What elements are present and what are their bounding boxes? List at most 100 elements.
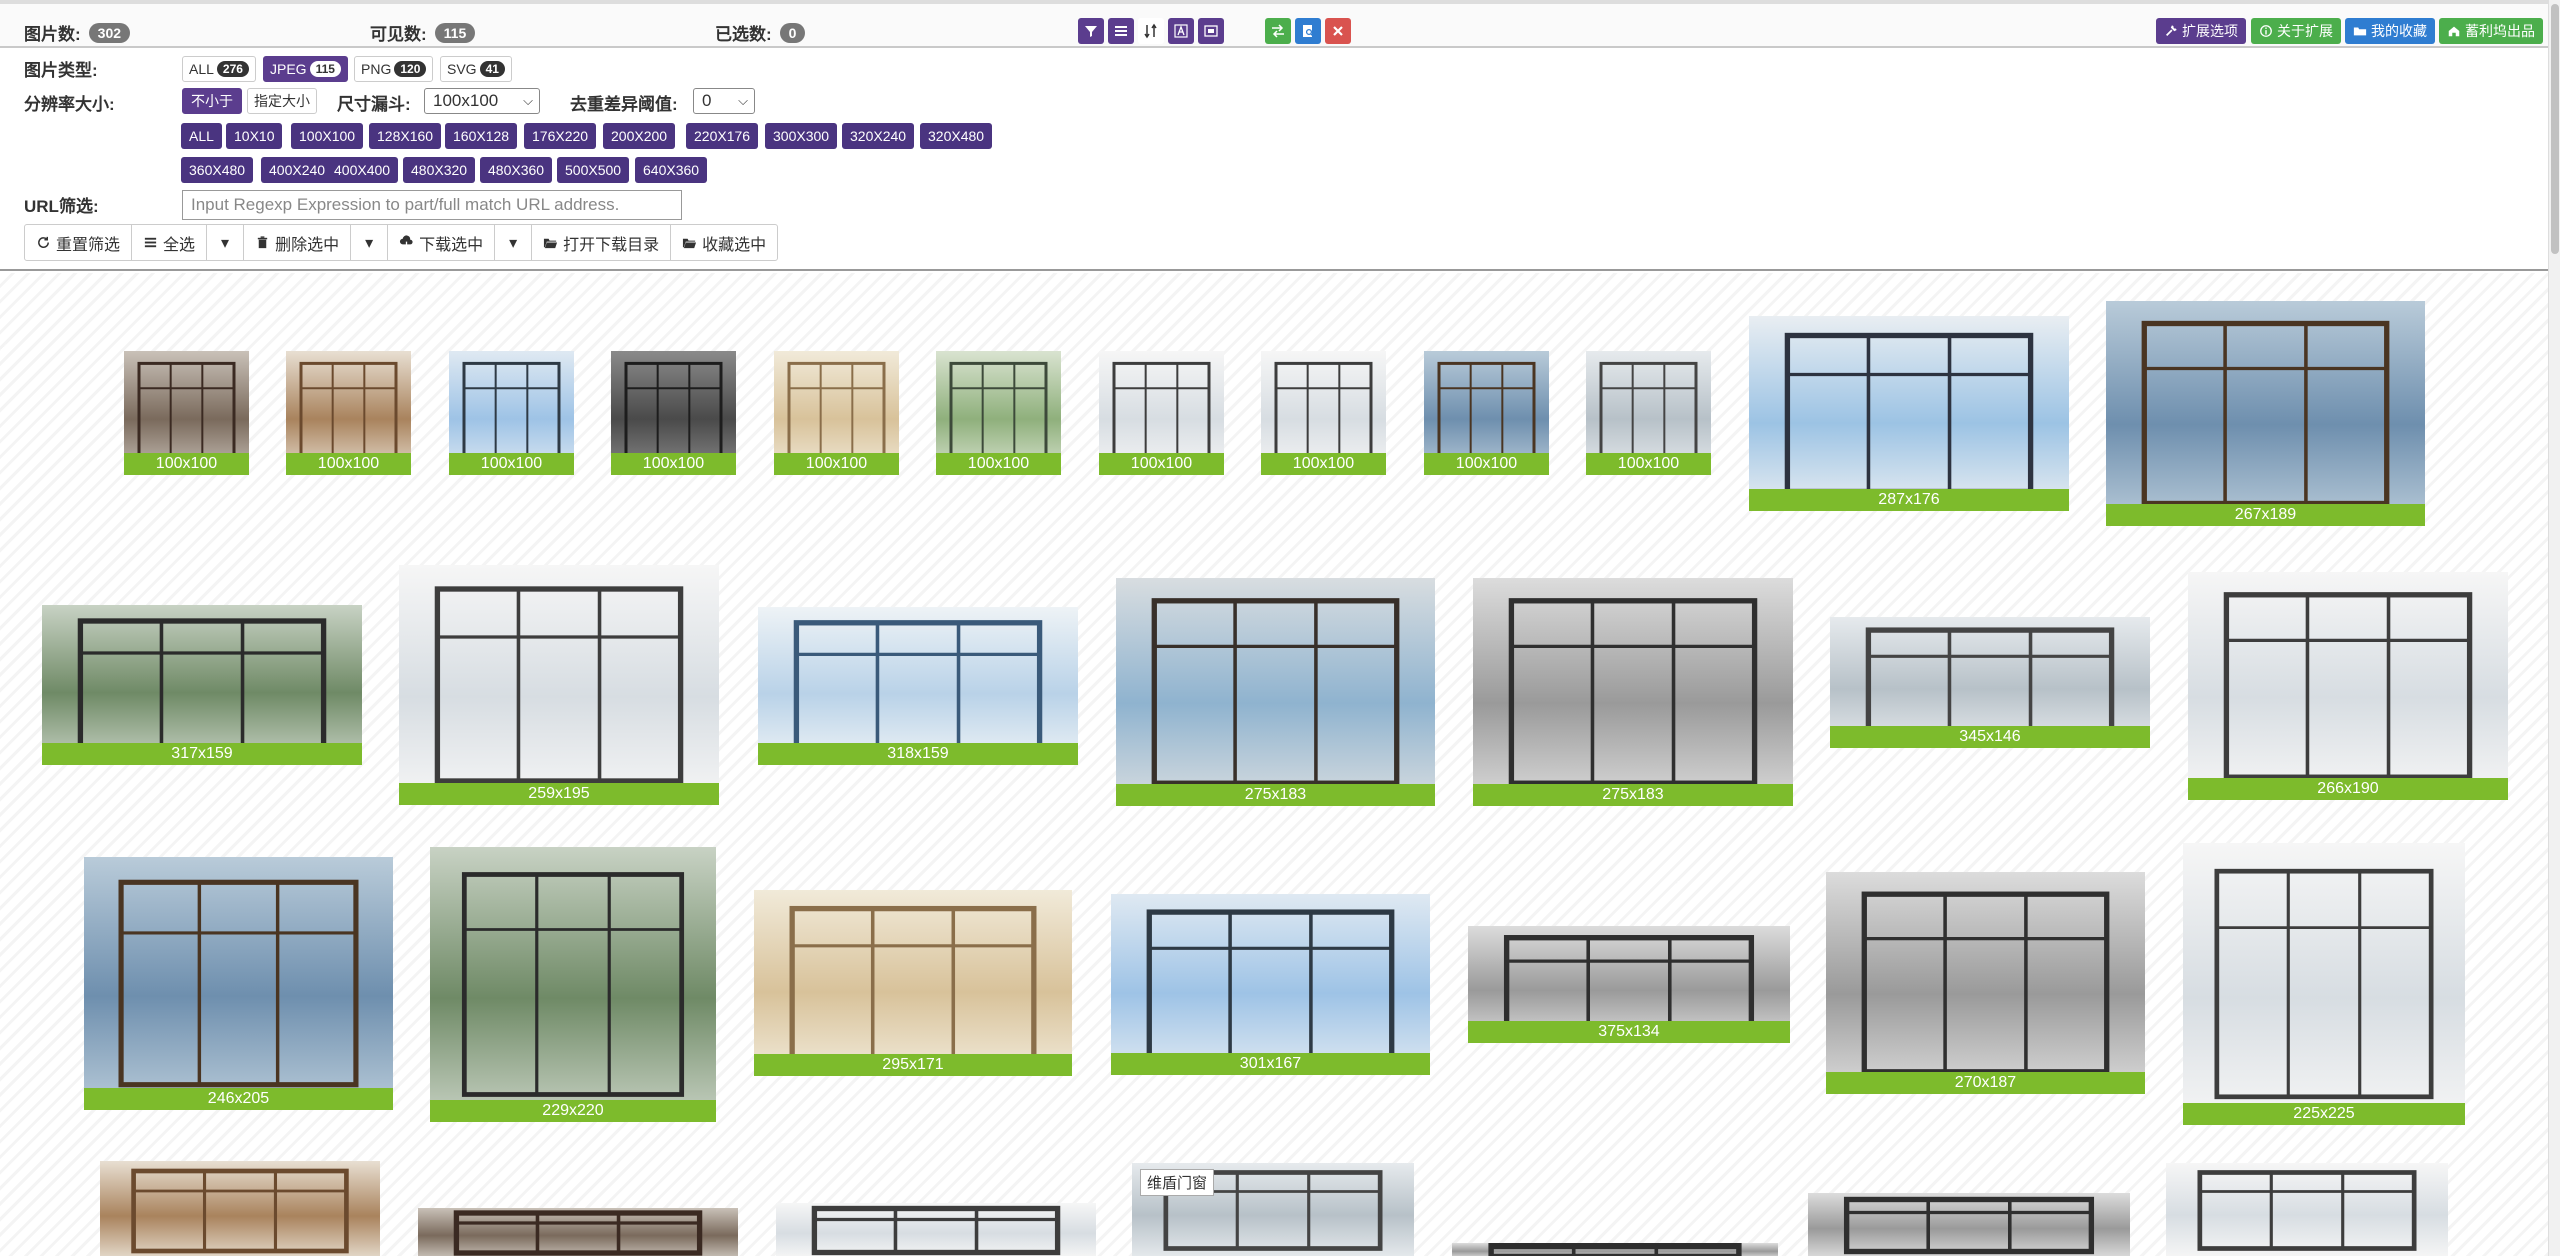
window-frame-graphic xyxy=(2141,320,2390,507)
page-scrollbar[interactable] xyxy=(2548,0,2560,1256)
resolution-tag[interactable]: 128X160 xyxy=(369,123,442,149)
list-view-button[interactable] xyxy=(1108,18,1134,44)
resolution-tag[interactable]: 220X176 xyxy=(686,123,759,149)
gallery-image[interactable]: 259x195 xyxy=(399,565,719,805)
clear-button[interactable] xyxy=(1325,18,1351,44)
resolution-tag[interactable]: 360X480 xyxy=(181,157,254,183)
gallery-image[interactable]: 266x190 xyxy=(2188,572,2508,800)
gallery-image[interactable]: 100x100 xyxy=(1261,351,1386,475)
resolution-tag[interactable]: 10X10 xyxy=(226,123,283,149)
window-frame-graphic xyxy=(434,586,684,784)
gallery-image[interactable] xyxy=(100,1161,380,1256)
about-button[interactable]: 关于扩展 xyxy=(2251,18,2341,44)
gallery-image[interactable]: 100x100 xyxy=(286,351,411,475)
gallery-image[interactable]: 100x100 xyxy=(936,351,1061,475)
gallery-image[interactable]: 275x183 xyxy=(1116,578,1435,806)
image-size-label: 267x189 xyxy=(2106,504,2425,526)
select-dropdown-toggle[interactable]: ▾ xyxy=(207,225,245,260)
selected-badge: 0 xyxy=(779,22,806,43)
gallery-image[interactable] xyxy=(1452,1243,1778,1256)
cloud-download-icon xyxy=(400,235,413,250)
gallery-image[interactable]: 270x187 xyxy=(1826,872,2145,1094)
resolution-tag[interactable]: 320X480 xyxy=(920,123,993,149)
type-tag-all[interactable]: ALL 276 xyxy=(182,56,256,82)
delete-dropdown-toggle[interactable]: ▾ xyxy=(351,225,389,260)
gallery-image[interactable]: 375x134 xyxy=(1468,926,1790,1043)
swap-button[interactable] xyxy=(1265,18,1291,44)
gallery-image[interactable]: 318x159 xyxy=(758,607,1078,765)
total-label: 图片数: xyxy=(24,25,81,44)
resolution-tag[interactable]: 480X360 xyxy=(480,157,553,183)
type-tag-svg[interactable]: SVG 41 xyxy=(440,56,512,82)
type-tag-label: SVG xyxy=(447,61,477,77)
gallery-image[interactable]: 301x167 xyxy=(1111,894,1430,1075)
window-frame-graphic xyxy=(1508,598,1758,786)
resolution-tag[interactable]: 480X320 xyxy=(403,157,476,183)
resolution-tag[interactable]: 176X220 xyxy=(524,123,597,149)
download-selected-button[interactable]: 下载选中 xyxy=(388,225,496,260)
resolution-tag[interactable]: 100X100 xyxy=(291,123,364,149)
resolution-tag[interactable]: ALL xyxy=(181,123,222,149)
favorite-selected-button[interactable]: 收藏选中 xyxy=(671,225,777,260)
dedup-value: 0 xyxy=(702,91,712,110)
resolution-tag[interactable]: 640X360 xyxy=(635,157,708,183)
image-thumbnail xyxy=(1473,578,1793,806)
favorites-button[interactable]: 我的收藏 xyxy=(2345,18,2435,44)
gallery-image[interactable]: 100x100 xyxy=(1586,351,1711,475)
gallery-image[interactable]: 维盾门窗 xyxy=(1132,1163,1414,1256)
gallery-image[interactable]: 275x183 xyxy=(1473,578,1793,806)
font-button[interactable] xyxy=(1168,18,1194,44)
gallery-image[interactable]: 100x100 xyxy=(449,351,574,475)
extension-options-button[interactable]: 扩展选项 xyxy=(2156,18,2246,44)
gallery-image[interactable]: 287x176 xyxy=(1749,316,2069,511)
window-frame-graphic xyxy=(461,872,685,1097)
resolution-tag[interactable]: 200X200 xyxy=(603,123,676,149)
gallery-image[interactable]: 229x220 xyxy=(430,847,716,1122)
gallery-image[interactable]: 100x100 xyxy=(611,351,736,475)
layout-button[interactable] xyxy=(1198,18,1224,44)
gallery-image[interactable]: 100x100 xyxy=(1099,351,1224,475)
gallery-image[interactable] xyxy=(418,1208,738,1256)
image-size-label: 275x183 xyxy=(1116,784,1435,806)
gallery-image[interactable]: 295x171 xyxy=(754,890,1072,1076)
gallery-image[interactable]: 246x205 xyxy=(84,857,393,1110)
chevron-down-icon: ⌵ xyxy=(523,93,533,108)
filter-panel: 图片类型: ALL 276 JPEG 115 PNG 120 SVG 41 分辨… xyxy=(0,48,2548,271)
exact-size-toggle[interactable]: 指定大小 xyxy=(247,88,317,114)
sort-button[interactable] xyxy=(1138,18,1164,44)
resolution-tag[interactable]: 160X128 xyxy=(445,123,518,149)
gallery-image[interactable] xyxy=(1808,1193,2130,1256)
brand-button[interactable]: 蓄利坞出品 xyxy=(2439,18,2543,44)
gallery-image[interactable]: 100x100 xyxy=(1424,351,1549,475)
scrollbar-thumb[interactable] xyxy=(2551,4,2559,254)
window-frame-graphic xyxy=(2214,868,2434,1100)
gallery-image[interactable]: 225x225 xyxy=(2183,843,2465,1125)
url-filter-input[interactable] xyxy=(182,190,682,220)
select-all-button[interactable]: 全选 xyxy=(132,225,208,260)
image-size-label: 100x100 xyxy=(611,453,736,475)
gallery-image[interactable] xyxy=(776,1203,1096,1256)
gallery-image[interactable]: 317x159 xyxy=(42,605,362,765)
filter-button[interactable] xyxy=(1078,18,1104,44)
gallery-image[interactable]: 100x100 xyxy=(774,351,899,475)
delete-selected-button[interactable]: 删除选中 xyxy=(244,225,352,260)
resolution-tag[interactable]: 400X400 xyxy=(326,157,399,183)
image-size-label: 266x190 xyxy=(2188,778,2508,800)
type-tag-jpeg[interactable]: JPEG 115 xyxy=(263,56,348,82)
open-download-dir-button[interactable]: 打开下载目录 xyxy=(532,225,672,260)
gallery-image[interactable]: 345x146 xyxy=(1830,617,2150,748)
reset-filter-button[interactable]: 重置筛选 xyxy=(25,225,133,260)
min-size-toggle[interactable]: 不小于 xyxy=(182,88,242,114)
gallery-image[interactable] xyxy=(2166,1163,2448,1256)
funnel-select[interactable]: 100x100 ⌵ xyxy=(424,88,540,114)
resolution-tag[interactable]: 300X300 xyxy=(765,123,838,149)
type-tag-png[interactable]: PNG 120 xyxy=(354,56,434,82)
search-doc-button[interactable] xyxy=(1295,18,1321,44)
gallery-image[interactable]: 100x100 xyxy=(124,351,249,475)
resolution-tag[interactable]: 320X240 xyxy=(842,123,915,149)
resolution-tag[interactable]: 500X500 xyxy=(557,157,630,183)
download-dropdown-toggle[interactable]: ▾ xyxy=(495,225,533,260)
dedup-select[interactable]: 0 ⌵ xyxy=(693,88,755,114)
resolution-tag[interactable]: 400X240 xyxy=(261,157,334,183)
gallery-image[interactable]: 267x189 xyxy=(2106,301,2425,526)
